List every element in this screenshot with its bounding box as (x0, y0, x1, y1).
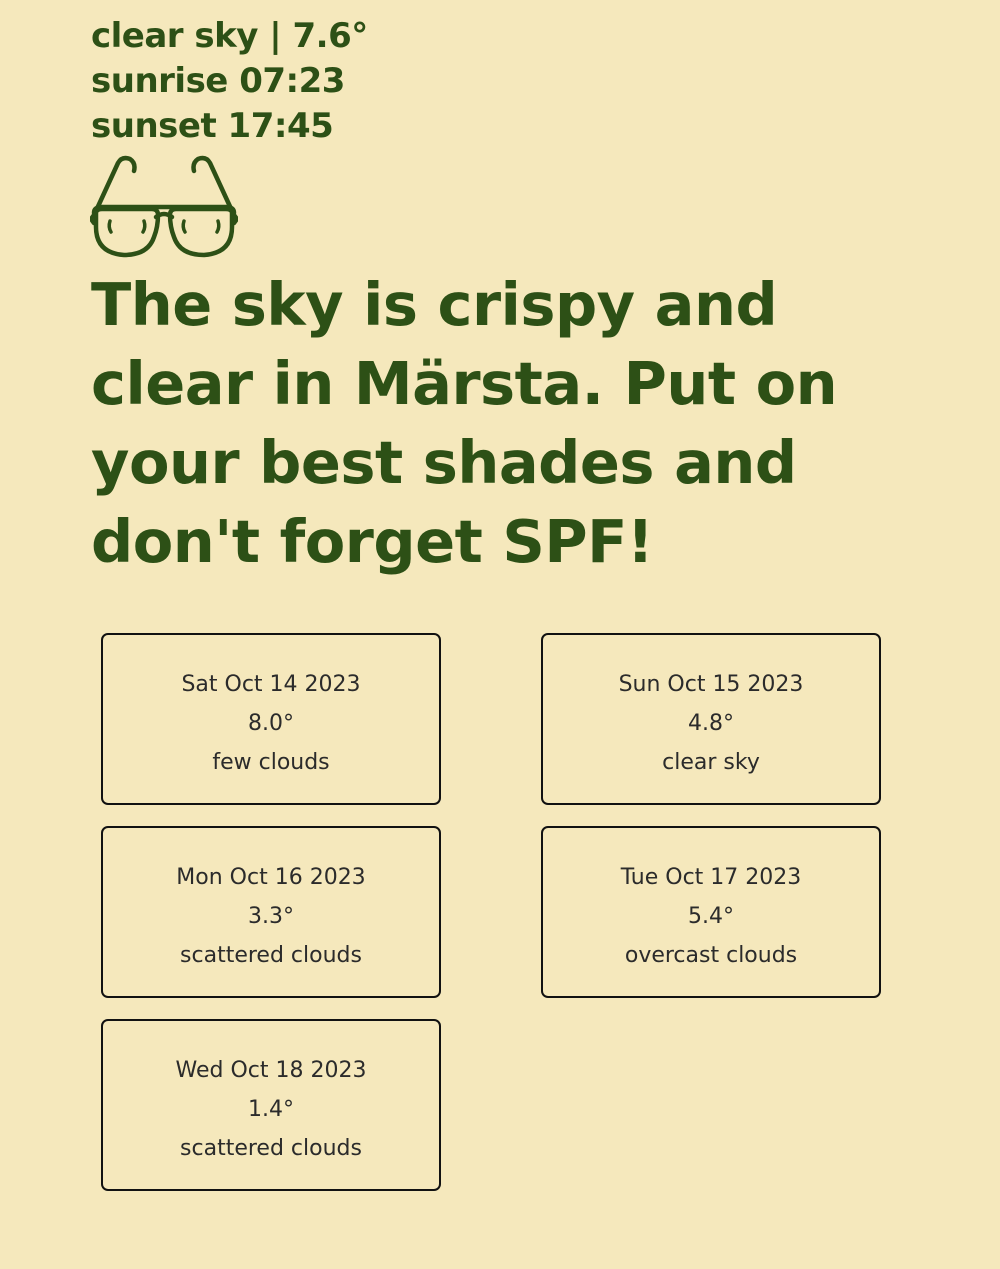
current-weather-summary: clear sky | 7.6° sunrise 07:23 sunset 17… (91, 14, 368, 149)
forecast-card: Tue Oct 17 2023 5.4° overcast clouds (541, 826, 881, 998)
sunset-time: sunset 17:45 (91, 106, 334, 146)
forecast-grid: Sat Oct 14 2023 8.0° few clouds Sun Oct … (101, 633, 881, 1191)
forecast-card: Wed Oct 18 2023 1.4° scattered clouds (101, 1019, 441, 1191)
forecast-description: overcast clouds (624, 943, 798, 968)
current-condition-temp: clear sky | 7.6° (91, 16, 368, 56)
forecast-temp: 1.4° (248, 1097, 294, 1122)
forecast-description: clear sky (662, 750, 760, 775)
weather-headline: The sky is crispy and clear in Märsta. P… (91, 270, 838, 576)
forecast-card: Sun Oct 15 2023 4.8° clear sky (541, 633, 881, 805)
sunrise-time: sunrise 07:23 (91, 61, 345, 101)
forecast-card: Sat Oct 14 2023 8.0° few clouds (101, 633, 441, 805)
forecast-temp: 4.8° (688, 711, 734, 736)
forecast-date: Mon Oct 16 2023 (176, 865, 366, 890)
forecast-temp: 3.3° (248, 904, 294, 929)
forecast-description: scattered clouds (180, 943, 362, 968)
forecast-date: Tue Oct 17 2023 (620, 865, 802, 890)
sunglasses-icon (90, 155, 238, 258)
forecast-description: few clouds (212, 750, 330, 775)
forecast-temp: 8.0° (248, 711, 294, 736)
forecast-date: Wed Oct 18 2023 (175, 1058, 367, 1083)
forecast-temp: 5.4° (688, 904, 734, 929)
forecast-date: Sat Oct 14 2023 (181, 672, 361, 697)
forecast-date: Sun Oct 15 2023 (618, 672, 804, 697)
forecast-description: scattered clouds (180, 1136, 362, 1161)
forecast-card: Mon Oct 16 2023 3.3° scattered clouds (101, 826, 441, 998)
